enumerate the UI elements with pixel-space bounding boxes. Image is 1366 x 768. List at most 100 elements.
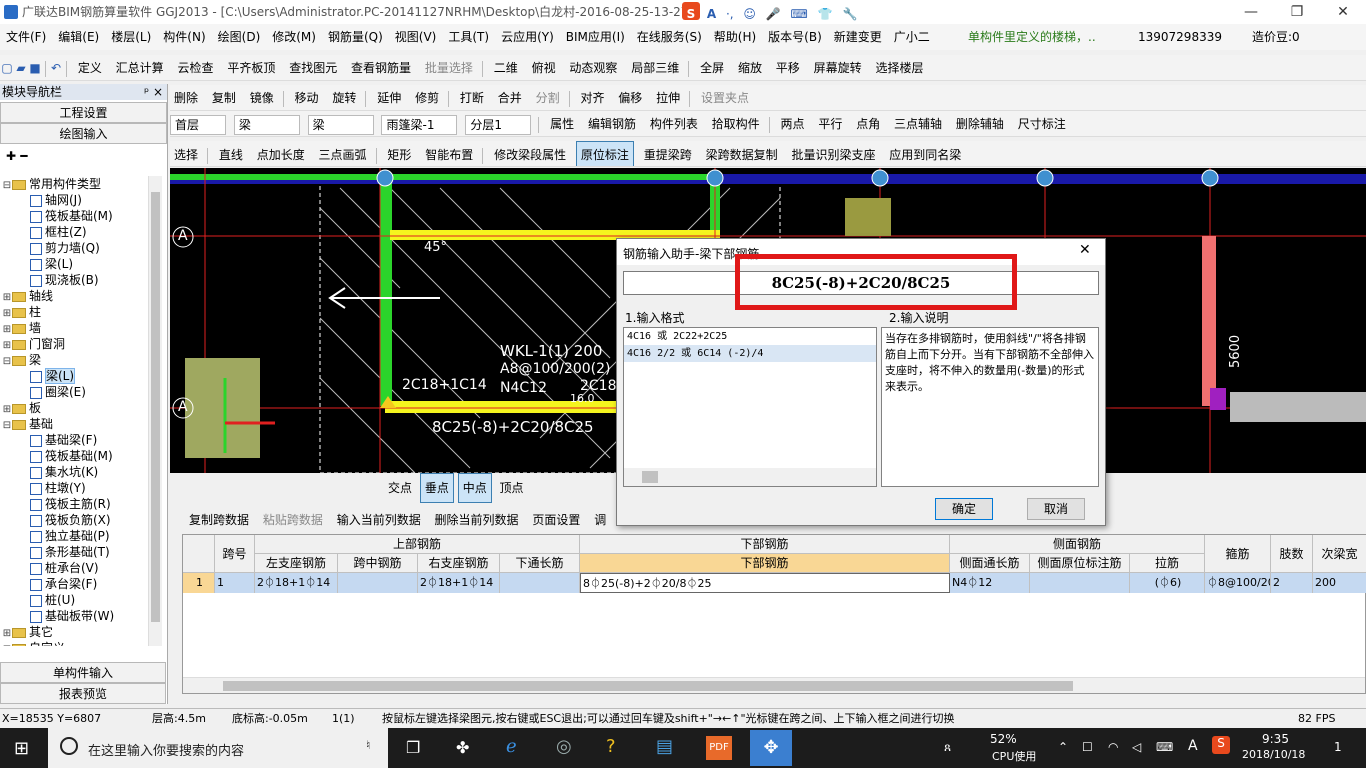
menu-floor[interactable]: 楼层(L) (105, 24, 157, 50)
component-list-button[interactable]: 构件列表 (646, 111, 702, 136)
menu-view[interactable]: 视图(V) (389, 24, 443, 50)
close-button[interactable]: ✕ (1320, 0, 1366, 24)
mic-search-icon[interactable]: ♮ (366, 738, 370, 752)
delete-button[interactable]: 删除 (170, 85, 202, 110)
tree-folder[interactable]: ⊟ 常用构件类型 (0, 176, 150, 192)
menu-draw[interactable]: 绘图(D) (212, 24, 267, 50)
new-file-icon[interactable]: ▢ (0, 55, 14, 80)
rectangle-button[interactable]: 矩形 (383, 142, 415, 166)
pan-button[interactable]: 平移 (772, 55, 804, 80)
tree-expand-collapse[interactable]: ✚ ━ (0, 144, 167, 168)
element-select[interactable]: 雨篷梁-1 (381, 114, 458, 135)
collapse-icon[interactable]: ⊟ (2, 178, 12, 194)
set-grip-button[interactable]: 设置夹点 (697, 85, 753, 110)
zoom-button[interactable]: 缩放 (734, 55, 766, 80)
adjust-button[interactable]: 调 (589, 508, 611, 532)
view-2d-button[interactable]: 二维 (490, 55, 522, 80)
cell-sub-beam-width[interactable]: 200 (1313, 573, 1366, 593)
taskbar-search[interactable]: 在这里输入你要搜索的内容 ♮ (48, 728, 388, 768)
sogou-tray-icon[interactable]: S (1212, 736, 1230, 754)
undo-icon[interactable]: ↶ (49, 55, 63, 80)
volume-icon[interactable]: ◁ (1132, 740, 1141, 754)
fullscreen-button[interactable]: 全屏 (696, 55, 728, 80)
360-browser-icon[interactable]: ◎ (556, 736, 572, 757)
tree-folder[interactable]: ⊟ 基础 (0, 416, 150, 432)
cell-bottom-rebar[interactable]: 8⏀25(-8)+2⏀20/8⏀25 (580, 573, 950, 593)
tree-item[interactable]: 基础板带(W) (0, 608, 150, 624)
task-view-icon[interactable]: ❐ (406, 738, 420, 757)
copy-span-data-button[interactable]: 梁跨数据复制 (702, 142, 782, 166)
notice-text[interactable]: 单构件里定义的楼梯，.. (962, 24, 1102, 50)
tree-item[interactable]: 桩承台(V) (0, 560, 150, 576)
menu-online[interactable]: 在线服务(S) (631, 24, 708, 50)
cell-right-support[interactable]: 2⏀18+1⏀14 (418, 573, 500, 593)
copy-span-button[interactable]: 复制跨数据 (184, 508, 254, 532)
dialog-close-button[interactable]: ✕ (1079, 242, 1091, 258)
windows-start-icon[interactable]: ⊞ (14, 738, 29, 759)
open-file-icon[interactable]: ▰ (14, 55, 28, 80)
collapse-icon[interactable]: ⊟ (2, 354, 12, 370)
menu-rebar-qty[interactable]: 钢筋量(Q) (322, 24, 389, 50)
punctuation-icon[interactable]: ·, (723, 7, 737, 21)
tree-item[interactable]: 独立基础(P) (0, 528, 150, 544)
batch-select-button[interactable]: 批量选择 (421, 55, 477, 80)
category-select[interactable]: 梁 (233, 114, 300, 135)
type-select[interactable]: 梁 (307, 114, 374, 135)
wifi-icon[interactable]: ◠ (1108, 740, 1118, 754)
apply-same-name-button[interactable]: 应用到同名梁 (885, 142, 965, 166)
reextract-span-button[interactable]: 重提梁跨 (640, 142, 696, 166)
report-preview-button[interactable]: 报表预览 (0, 683, 166, 704)
tree-item[interactable]: 剪力墙(Q) (0, 240, 150, 256)
ie-icon[interactable]: ℯ (506, 736, 517, 757)
tree-item[interactable]: 轴网(J) (0, 192, 150, 208)
tray-expand-icon[interactable]: ⌃ (1058, 740, 1068, 754)
two-point-button[interactable]: 两点 (777, 111, 809, 136)
three-point-arc-button[interactable]: 三点画弧 (315, 142, 371, 166)
select-button[interactable]: 选择 (170, 142, 202, 166)
local-3d-button[interactable]: 局部三维 (627, 55, 683, 80)
collapse-icon[interactable]: ⊟ (2, 418, 12, 434)
dimension-button[interactable]: 尺寸标注 (1014, 111, 1070, 136)
project-settings-button[interactable]: 工程设置 (0, 102, 167, 123)
format-list-scrollbar[interactable] (624, 468, 876, 486)
cell-bottom-through[interactable] (500, 573, 580, 593)
menu-modify[interactable]: 修改(M) (266, 24, 322, 50)
cell-side-through[interactable]: N4⏀12 (950, 573, 1030, 593)
delete-axis-button[interactable]: 删除辅轴 (952, 111, 1008, 136)
parallel-button[interactable]: 平行 (814, 111, 846, 136)
snap-intersection[interactable]: 交点 (384, 474, 416, 502)
tree-item[interactable]: 圈梁(E) (0, 384, 150, 400)
snap-midpoint[interactable]: 中点 (457, 473, 492, 503)
menu-file[interactable]: 文件(F) (0, 24, 52, 50)
cell-legs[interactable]: 2 (1271, 573, 1313, 593)
tree-folder[interactable]: ⊞ 其它 (0, 624, 150, 640)
tree-item[interactable]: 梁(L) (0, 256, 150, 272)
help-app-icon[interactable]: ? (606, 736, 616, 757)
break-button[interactable]: 打断 (456, 85, 488, 110)
restore-button[interactable]: ❐ (1274, 0, 1320, 24)
format-item[interactable]: 4C16 2/2 或 6C14 (-2)/4 (624, 345, 876, 362)
menu-edit[interactable]: 编辑(E) (52, 24, 105, 50)
tree-item[interactable]: 集水坑(K) (0, 464, 150, 480)
tree-item[interactable]: 梁(L) (0, 368, 150, 384)
expand-icon[interactable]: ⊞ (2, 642, 12, 646)
network-icon[interactable]: ☐ (1082, 740, 1093, 754)
tree-folder[interactable]: ⊟ 梁 (0, 352, 150, 368)
screen-rotate-button[interactable]: 屏幕旋转 (810, 55, 866, 80)
save-icon[interactable]: ■ (28, 55, 42, 80)
notification-icon[interactable]: 1 (1334, 740, 1342, 754)
pdf-app-icon[interactable]: PDF (706, 736, 732, 760)
menu-cloud[interactable]: 云应用(Y) (495, 24, 560, 50)
in-situ-annotation-button[interactable]: 原位标注 (575, 141, 634, 166)
dynamic-view-button[interactable]: 动态观察 (565, 55, 621, 80)
tree-item[interactable]: 框柱(Z) (0, 224, 150, 240)
view-rebar-qty-button[interactable]: 查看钢筋量 (347, 55, 415, 80)
layer-select[interactable]: 分层1 (465, 114, 532, 135)
tree-item[interactable]: 筏板基础(M) (0, 448, 150, 464)
minimize-button[interactable]: — (1228, 0, 1274, 24)
cell-side-original[interactable] (1030, 573, 1130, 593)
input-column-button[interactable]: 输入当前列数据 (332, 508, 426, 532)
move-button[interactable]: 移动 (291, 85, 323, 110)
paste-span-button[interactable]: 粘贴跨数据 (258, 508, 328, 532)
line-button[interactable]: 直线 (215, 142, 247, 166)
